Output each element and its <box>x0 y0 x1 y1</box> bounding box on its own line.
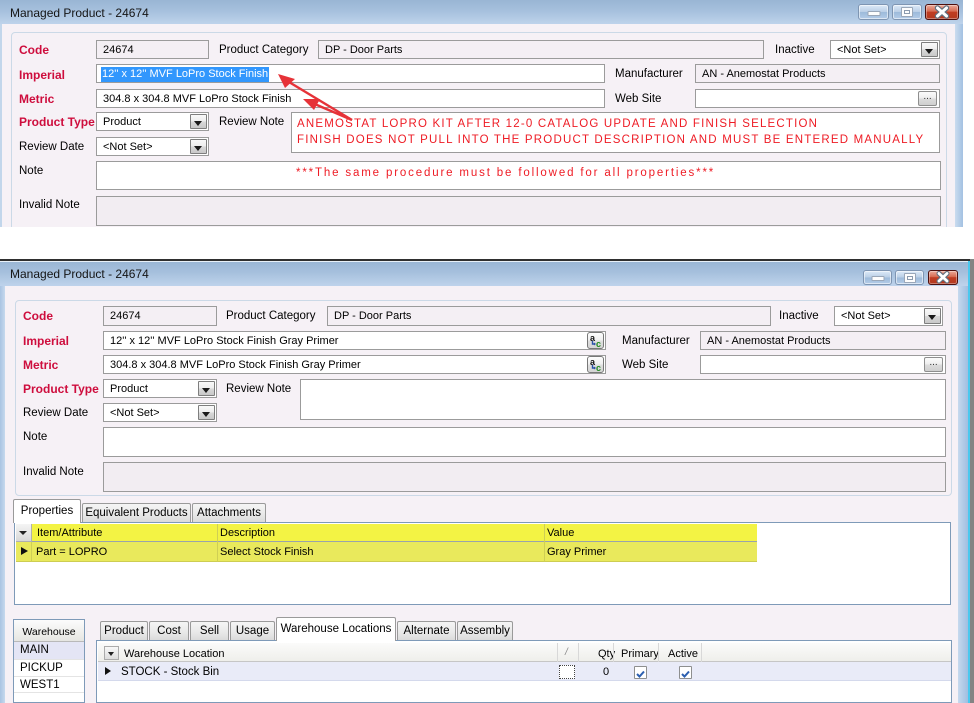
svg-text:c: c <box>596 339 601 348</box>
svg-text:c: c <box>596 363 601 372</box>
